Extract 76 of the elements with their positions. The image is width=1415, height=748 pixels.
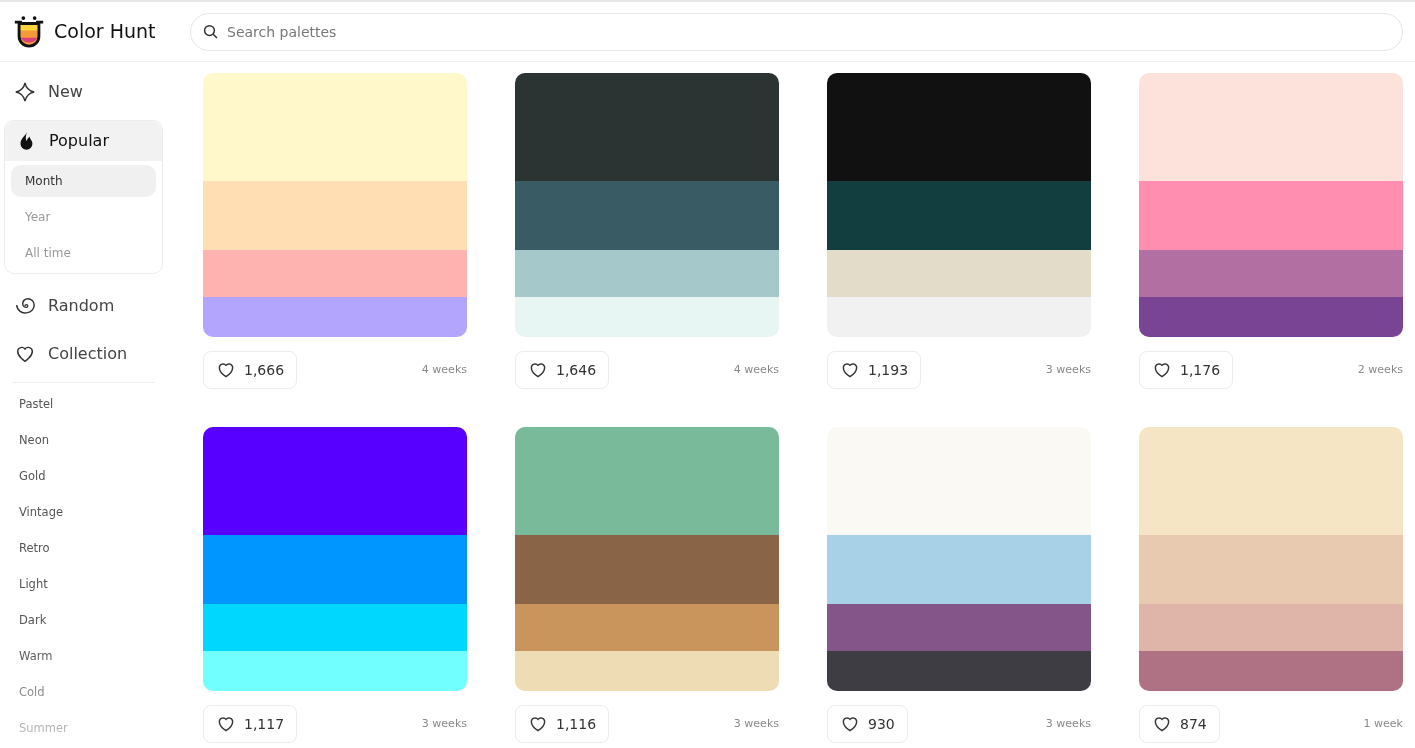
heart-icon [840,360,860,380]
color-swatch[interactable] [515,297,779,337]
tag-link[interactable]: Vintage [4,503,163,539]
color-swatch[interactable] [203,250,467,297]
heart-icon [528,360,548,380]
tag-link[interactable]: Cold [4,683,163,719]
palette-age: 3 weeks [733,715,779,732]
color-swatch[interactable] [827,535,1091,604]
like-button[interactable]: 1,117 [203,705,298,743]
tag-link[interactable]: Gold [4,467,163,503]
color-swatch[interactable] [515,535,779,604]
heart-icon [840,714,860,734]
tag-link[interactable]: Pastel [4,395,163,431]
color-swatch[interactable] [827,181,1091,250]
like-button[interactable]: 1,646 [515,351,610,389]
like-button[interactable]: 1,176 [1139,351,1234,389]
sparkle-icon [14,81,36,103]
tag-link[interactable]: Neon [4,431,163,467]
color-swatch[interactable] [515,604,779,651]
color-swatch[interactable] [203,651,467,691]
color-swatch[interactable] [1139,250,1403,297]
like-button[interactable]: 1,193 [827,351,922,389]
color-swatch[interactable] [203,604,467,651]
color-swatch[interactable] [827,250,1091,297]
like-button[interactable]: 874 [1139,705,1220,743]
brand-name[interactable]: Color Hunt [54,17,156,46]
color-swatch[interactable] [1139,297,1403,337]
heart-icon [216,360,236,380]
palette-age: 3 weeks [1045,715,1091,732]
palette-age: 4 weeks [733,361,779,378]
like-button[interactable]: 1,666 [203,351,298,389]
search-field[interactable]: Search palettes [190,12,1403,51]
nav-item[interactable]: New [4,72,163,112]
logo-icon [12,14,46,49]
color-swatch[interactable] [515,250,779,297]
search-icon [202,22,220,41]
color-swatch[interactable] [203,73,467,181]
color-swatch[interactable] [1139,181,1403,250]
tag-link[interactable]: Retro [4,539,163,575]
tag-link[interactable]: Warm [4,647,163,683]
color-swatch[interactable] [515,651,779,691]
color-swatch[interactable] [827,604,1091,651]
color-swatch[interactable] [203,181,467,250]
color-swatch[interactable] [203,297,467,337]
color-swatch[interactable] [1139,535,1403,604]
palette-age: 3 weeks [1045,361,1091,378]
palette-age: 2 weeks [1357,361,1403,378]
color-swatch[interactable] [827,73,1091,181]
color-swatch[interactable] [827,651,1091,691]
palette-age: 1 week [1363,715,1403,732]
nav-item[interactable]: Collection [4,334,163,374]
color-swatch[interactable] [827,297,1091,337]
time-filter-item[interactable]: Month [11,165,156,197]
color-swatch[interactable] [1139,604,1403,651]
like-button[interactable]: 930 [827,705,908,743]
heart-icon [1152,714,1172,734]
palette-age: 4 weeks [421,361,467,378]
color-swatch[interactable] [1139,73,1403,181]
heart-icon [528,714,548,734]
tag-link[interactable]: Dark [4,611,163,647]
like-button[interactable]: 1,116 [515,705,610,743]
color-swatch[interactable] [515,73,779,181]
tag-link[interactable]: Light [4,575,163,611]
heart-icon [1152,360,1172,380]
heart-icon [216,714,236,734]
color-swatch[interactable] [515,427,779,535]
color-swatch[interactable] [515,181,779,250]
palette-age: 3 weeks [421,715,467,732]
nav-item[interactable]: Random [4,286,163,326]
nav-item[interactable]: Popular [5,121,162,161]
color-swatch[interactable] [1139,651,1403,691]
color-swatch[interactable] [827,427,1091,535]
spiral-icon [14,295,36,317]
color-swatch[interactable] [203,535,467,604]
color-swatch[interactable] [1139,427,1403,535]
color-swatch[interactable] [203,427,467,535]
